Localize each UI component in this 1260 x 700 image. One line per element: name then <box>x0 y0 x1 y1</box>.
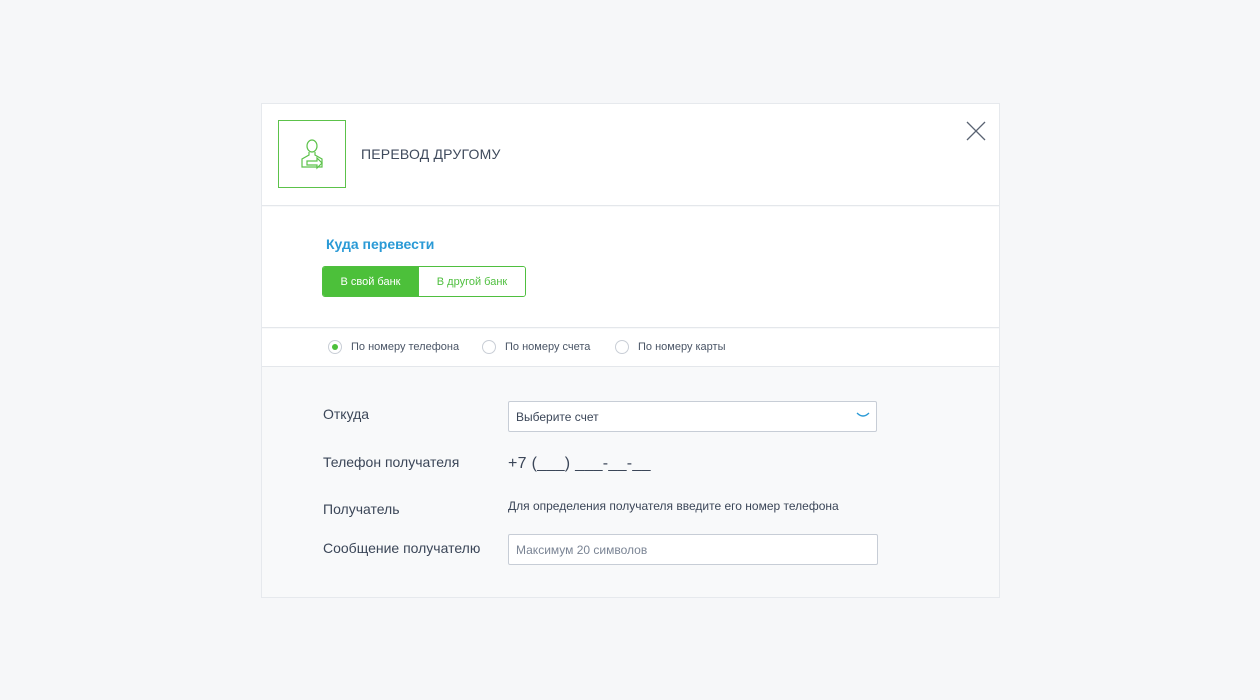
from-label: Откуда <box>323 406 370 422</box>
radio-label: По номеру телефона <box>351 341 460 353</box>
message-label: Сообщение получателю <box>323 540 481 556</box>
transfer-modal: ПЕРЕВОД ДРУГОМУ Куда перевести В свой ба… <box>261 103 1000 598</box>
transfer-form: Откуда Выберите счет Телефон получателя … <box>262 368 999 597</box>
phone-input[interactable]: +7 (___) ___-__-__ <box>508 455 651 473</box>
transfer-method-section: По номеру телефона По номеру счета По но… <box>262 329 999 367</box>
phone-label: Телефон получателя <box>323 454 460 470</box>
destination-section: Куда перевести В свой банк В другой банк <box>262 207 999 328</box>
radio-label: По номеру счета <box>505 341 591 353</box>
radio-by-account[interactable]: По номеру счета <box>482 340 590 354</box>
person-transfer-icon <box>278 120 346 188</box>
modal-title: ПЕРЕВОД ДРУГОМУ <box>361 146 501 162</box>
radio-by-phone[interactable]: По номеру телефона <box>328 340 459 354</box>
radio-circle <box>615 340 629 354</box>
chevron-down-icon <box>856 412 870 417</box>
close-icon[interactable] <box>965 120 987 142</box>
account-select[interactable]: Выберите счет <box>508 401 877 432</box>
recipient-label: Получатель <box>323 501 400 517</box>
radio-by-card[interactable]: По номеру карты <box>615 340 726 354</box>
recipient-hint: Для определения получателя введите его н… <box>508 499 839 513</box>
radio-label: По номеру карты <box>638 341 726 353</box>
account-select-value: Выберите счет <box>516 409 599 424</box>
message-input[interactable] <box>508 534 878 565</box>
radio-selected-dot <box>332 344 338 350</box>
destination-title: Куда перевести <box>326 236 435 252</box>
radio-circle <box>328 340 342 354</box>
destination-toggle: В свой банк В другой банк <box>322 266 526 297</box>
radio-circle <box>482 340 496 354</box>
own-bank-button[interactable]: В свой банк <box>323 267 418 296</box>
other-bank-button[interactable]: В другой банк <box>418 267 525 296</box>
modal-header: ПЕРЕВОД ДРУГОМУ <box>262 104 999 206</box>
